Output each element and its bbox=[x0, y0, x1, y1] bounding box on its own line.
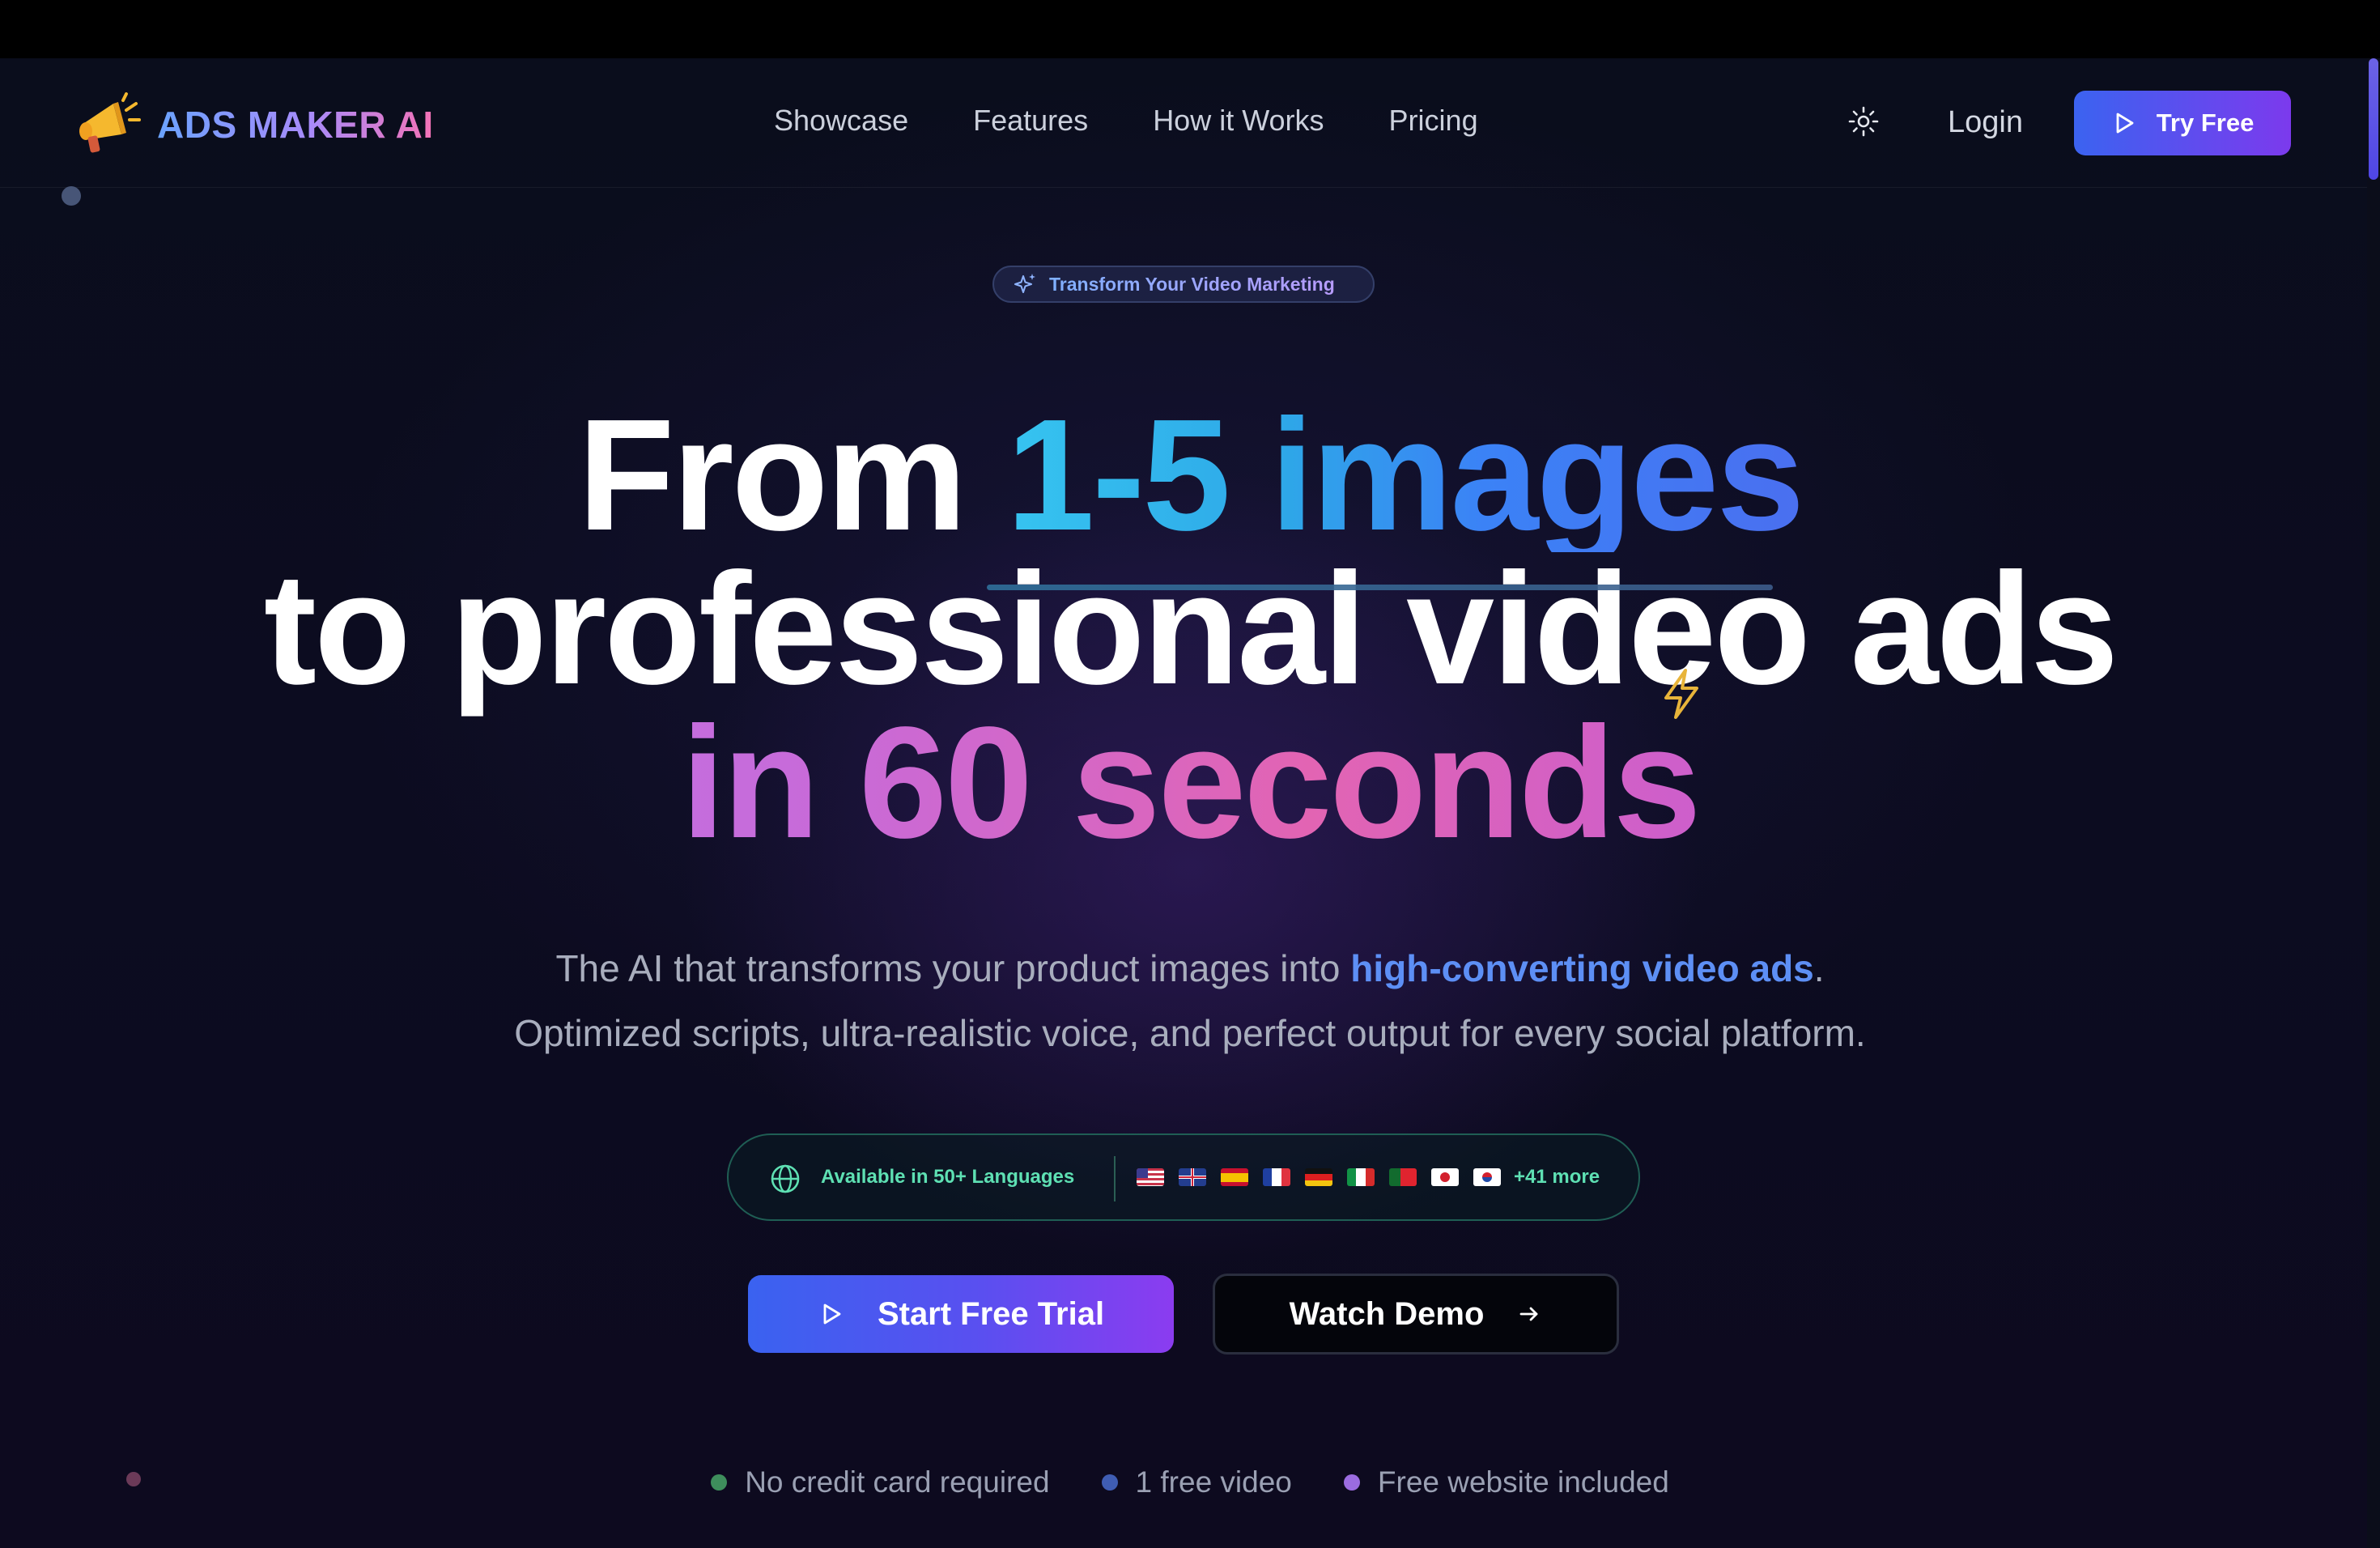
flag-it-icon bbox=[1347, 1168, 1375, 1186]
perk-item: Free website included bbox=[1343, 1465, 1669, 1499]
flag-us-icon bbox=[1137, 1168, 1164, 1186]
perk-label: Free website included bbox=[1377, 1465, 1669, 1499]
top-navigation: ADS MAKER AI Showcase Features How it Wo… bbox=[0, 58, 2367, 188]
perk-label: No credit card required bbox=[745, 1465, 1050, 1499]
headline-underline bbox=[987, 585, 1773, 590]
status-dot-icon bbox=[1343, 1474, 1360, 1491]
globe-icon bbox=[771, 1164, 800, 1193]
flag-jp-icon bbox=[1431, 1168, 1459, 1186]
languages-more[interactable]: +41 more bbox=[1514, 1166, 1600, 1189]
hero-headline: From 1-5 images to professional video ad… bbox=[0, 386, 2380, 862]
flag-es-icon bbox=[1221, 1168, 1248, 1186]
decorative-dot bbox=[62, 186, 81, 206]
sun-icon[interactable] bbox=[1847, 105, 1880, 138]
nav-features[interactable]: Features bbox=[973, 104, 1088, 138]
headline-from: From bbox=[577, 386, 1007, 563]
play-icon bbox=[823, 1303, 841, 1325]
subtitle-text: The AI that transforms your product imag… bbox=[555, 947, 1351, 989]
start-free-trial-label: Start Free Trial bbox=[877, 1295, 1105, 1332]
page-scrollbar[interactable] bbox=[2367, 58, 2380, 1548]
flag-gb-icon bbox=[1179, 1168, 1206, 1186]
subtitle-line-1: The AI that transforms your product imag… bbox=[0, 936, 2380, 1001]
headline-line-3: in 60 seconds bbox=[0, 704, 2380, 862]
flag-de-icon bbox=[1305, 1168, 1332, 1186]
hero-badge: Transform Your Video Marketing bbox=[992, 266, 1375, 303]
flag-fr-icon bbox=[1263, 1168, 1290, 1186]
landing-page: ADS MAKER AI Showcase Features How it Wo… bbox=[0, 58, 2380, 1548]
play-icon bbox=[2116, 113, 2134, 134]
languages-label: Available in 50+ Languages bbox=[821, 1166, 1075, 1188]
browser-top-bar bbox=[0, 0, 2380, 58]
watch-demo-button[interactable]: Watch Demo bbox=[1213, 1274, 1619, 1354]
perk-item: 1 free video bbox=[1101, 1465, 1292, 1499]
try-free-label: Try Free bbox=[2156, 108, 2255, 137]
language-flags bbox=[1137, 1164, 1501, 1186]
flag-kr-icon bbox=[1473, 1168, 1501, 1186]
perk-item: No credit card required bbox=[711, 1465, 1050, 1499]
languages-pill: Available in 50+ Languages +41 more bbox=[727, 1133, 1640, 1221]
main-menu: Showcase Features How it Works Pricing bbox=[774, 104, 1478, 138]
scrollbar-thumb[interactable] bbox=[2369, 58, 2378, 180]
perks-list: No credit card required 1 free video Fre… bbox=[0, 1465, 2380, 1499]
flag-pt-icon bbox=[1389, 1168, 1417, 1186]
status-dot-icon bbox=[711, 1474, 728, 1491]
headline-line-2: to professional video ads bbox=[263, 540, 2119, 717]
megaphone-icon bbox=[79, 92, 141, 153]
headline-accent: 1-5 images bbox=[1006, 386, 1804, 563]
perk-label: 1 free video bbox=[1135, 1465, 1292, 1499]
badge-text: Transform Your Video Marketing bbox=[1049, 273, 1335, 295]
subtitle-highlight: high-converting video ads bbox=[1350, 947, 1814, 989]
try-free-button[interactable]: Try Free bbox=[2074, 91, 2291, 155]
status-dot-icon bbox=[1101, 1474, 1118, 1491]
watch-demo-label: Watch Demo bbox=[1289, 1295, 1485, 1332]
login-link[interactable]: Login bbox=[1948, 105, 2023, 140]
start-free-trial-button[interactable]: Start Free Trial bbox=[748, 1275, 1174, 1353]
nav-how-it-works[interactable]: How it Works bbox=[1153, 104, 1324, 138]
brand-name: ADS MAKER AI bbox=[157, 104, 434, 146]
lightning-bolt-icon bbox=[1664, 669, 1698, 719]
subtitle-period: . bbox=[1813, 947, 1825, 989]
divider bbox=[1114, 1156, 1116, 1201]
arrow-right-icon bbox=[1519, 1307, 1538, 1321]
sparkles-icon bbox=[1014, 274, 1035, 293]
brand-logo[interactable]: ADS MAKER AI bbox=[73, 92, 434, 157]
nav-showcase[interactable]: Showcase bbox=[774, 104, 908, 138]
hero-subtitle: The AI that transforms your product imag… bbox=[0, 936, 2380, 1065]
nav-pricing[interactable]: Pricing bbox=[1389, 104, 1478, 138]
subtitle-line-2: Optimized scripts, ultra-realistic voice… bbox=[514, 1012, 1866, 1054]
